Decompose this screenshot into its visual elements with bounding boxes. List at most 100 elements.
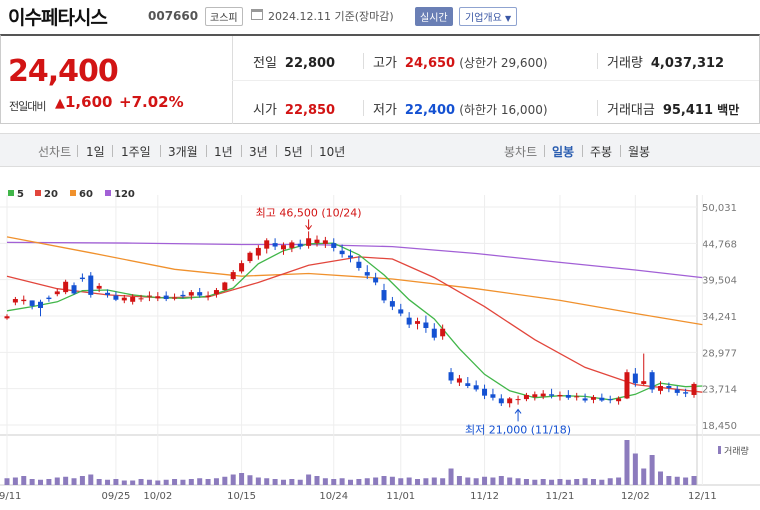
price-change: ▲1,600 [55, 93, 112, 111]
prev-close-value: 22,800 [284, 56, 336, 71]
volume-bar [565, 479, 571, 485]
realtime-button[interactable]: 실시간 [415, 7, 453, 26]
volume-bar [322, 478, 328, 485]
volume-bar [624, 440, 630, 485]
tab-3month[interactable]: 3개월 [168, 143, 198, 160]
x-tick-label: 12/11 [688, 491, 717, 502]
divider [241, 145, 242, 157]
tab-3year[interactable]: 3년 [249, 143, 268, 160]
low-label: 저가 [373, 103, 397, 118]
tab-monthly-candle[interactable]: 월봉 [628, 143, 650, 160]
volume-bar [71, 478, 77, 485]
candle-body [515, 399, 521, 401]
candle-body [38, 301, 44, 308]
volume-bar [515, 478, 521, 485]
tab-weekly-candle[interactable]: 주봉 [590, 143, 612, 160]
candle-body [649, 372, 655, 390]
volume-bar [440, 478, 446, 485]
volume-bar [247, 475, 253, 485]
candle-body [105, 292, 111, 295]
volume-bar [280, 479, 286, 485]
low-value: 22,400 [404, 103, 456, 118]
legend-ma60[interactable]: 60 [70, 189, 93, 200]
legend-ma60-label: 60 [79, 189, 93, 200]
volume-bar [473, 478, 479, 485]
stock-code: 007660 [148, 9, 199, 23]
trade-amount: 거래대금 95,411 백만 [607, 99, 739, 118]
volume-bar [4, 478, 10, 485]
candle-body [431, 328, 437, 338]
stock-name[interactable]: 이수페타시스 [8, 3, 108, 30]
volume-bar [523, 479, 529, 485]
max-price-label: 최고 46,500 (10/24) [256, 206, 362, 219]
candle-body [121, 297, 127, 301]
tab-1day[interactable]: 1일 [86, 143, 105, 160]
volume-bar [339, 478, 345, 485]
divider [112, 145, 113, 157]
volume-bar [532, 479, 538, 485]
volume-bar [490, 477, 496, 485]
price-change-value: 1,600 [65, 93, 113, 111]
company-overview-dropdown[interactable]: 기업개요 ▼ [459, 7, 518, 26]
stock-header: 이수페타시스 007660 코스피 2024.12.11 기준(장마감) 실시간… [0, 0, 760, 32]
volume-bar [163, 479, 169, 485]
volume-bar [683, 477, 689, 485]
candle-body [239, 263, 245, 272]
volume-bar [306, 474, 312, 485]
volume-bar [456, 476, 462, 485]
tab-10year[interactable]: 10년 [319, 143, 345, 160]
x-tick-label: 10/02 [143, 491, 172, 502]
volume-bar [389, 476, 395, 485]
legend-ma5[interactable]: 5 [8, 189, 24, 200]
x-tick-label: 11/01 [386, 491, 415, 502]
volume-bar [674, 476, 680, 485]
candle-body [657, 385, 663, 391]
up-arrow-icon: ▲ [55, 96, 65, 111]
tab-daily-candle[interactable]: 일봉 [552, 143, 574, 160]
volume-bar [172, 479, 178, 485]
tab-1year[interactable]: 1년 [214, 143, 233, 160]
candle-body [549, 394, 555, 396]
legend-ma120-label: 120 [114, 189, 135, 200]
tab-1week[interactable]: 1주일 [121, 143, 151, 160]
candle-body [356, 261, 362, 268]
upper-limit: (상한가 29,600) [459, 56, 548, 70]
chevron-down-icon: ▼ [505, 14, 512, 23]
candle-body [398, 309, 404, 314]
volume-bar [38, 479, 44, 485]
volume-bar [599, 479, 605, 485]
volume-bar [540, 479, 546, 485]
tab-5year[interactable]: 5년 [284, 143, 303, 160]
change-label: 전일대비 [9, 100, 46, 113]
open-value: 22,850 [284, 103, 336, 118]
candle-body [54, 291, 60, 295]
volume-bar [230, 474, 236, 485]
candle-body [46, 297, 52, 300]
divider [544, 145, 545, 157]
volume-bar [557, 479, 563, 485]
candle-body [172, 297, 178, 299]
candle-body [406, 317, 412, 325]
candle-body [205, 295, 211, 297]
volume-bar [465, 477, 471, 485]
volume-bar [431, 477, 437, 485]
volume-bar [105, 479, 111, 485]
candle-body [456, 378, 462, 383]
volume-bar [54, 477, 60, 485]
volume-bar [498, 476, 504, 485]
legend-swatch-ma120 [105, 190, 111, 196]
price-change-percent: +7.02% [119, 93, 184, 111]
volume-bar [12, 477, 18, 485]
volume-bar [364, 478, 370, 485]
candle-body [230, 272, 236, 280]
volume-bar [21, 476, 27, 485]
legend-ma20[interactable]: 20 [35, 189, 58, 200]
legend-ma120[interactable]: 120 [105, 189, 135, 200]
divider [311, 145, 312, 157]
price-summary: 24,400 전일대비 ▲1,600 +7.02% 전일 22,800 고가 24,… [0, 34, 760, 124]
y-tick-label: 44,768 [702, 239, 737, 250]
candle-body [624, 372, 630, 399]
candle-chart-label: 봉차트 [504, 145, 538, 159]
base-date: 2024.12.11 기준(장마감) [268, 10, 394, 23]
volume-bar [616, 477, 622, 485]
